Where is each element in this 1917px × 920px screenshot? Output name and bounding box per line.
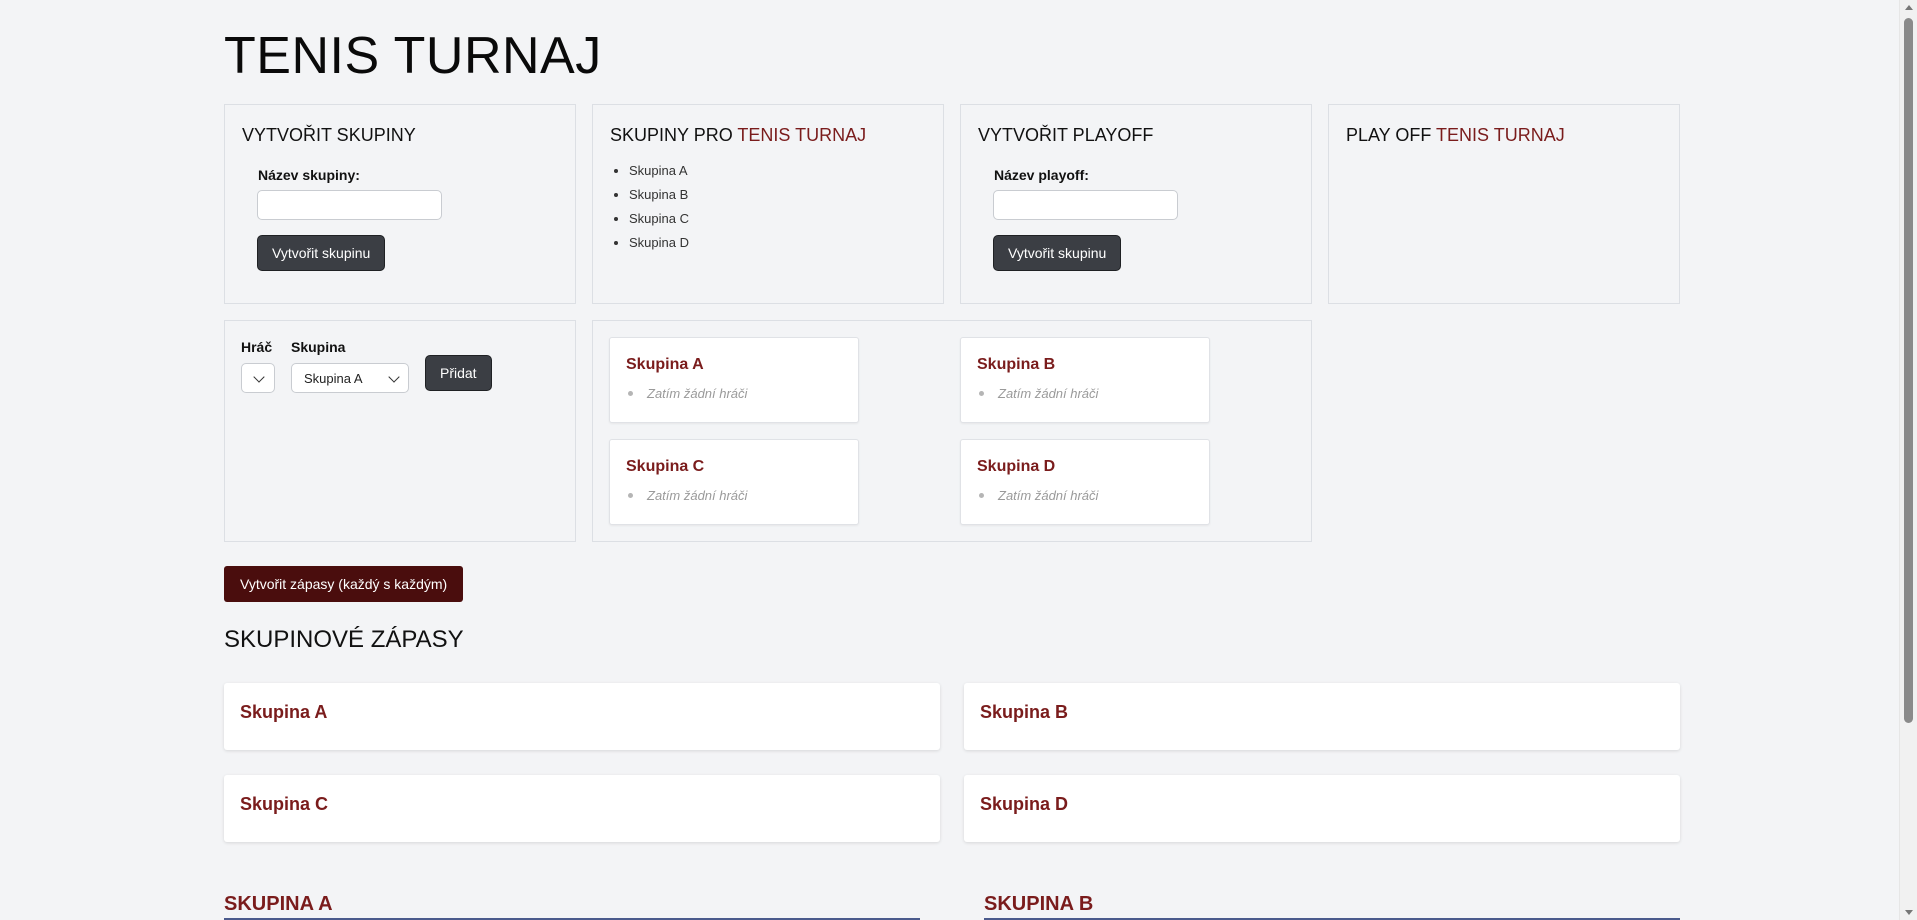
- group-card-title: Skupina D: [977, 458, 1056, 475]
- group-label: Skupina: [291, 339, 346, 355]
- standings-title-a: SKUPINA A: [224, 893, 333, 915]
- groups-list-title-accent: TENIS TURNAJ: [737, 125, 867, 145]
- playoff-name-label: Název playoff:: [994, 167, 1089, 183]
- scroll-thumb[interactable]: [1904, 18, 1913, 723]
- add-player-button[interactable]: Přidat: [425, 355, 492, 391]
- group-matches-title: SKUPINOVÉ ZÁPASY: [224, 626, 464, 653]
- chevron-down-icon: [253, 371, 265, 383]
- empty-players: Zatím žádní hráči: [626, 386, 747, 401]
- group-card-a: Skupina A Zatím žádní hráči: [609, 337, 859, 423]
- group-card-b: Skupina B Zatím žádní hráči: [960, 337, 1210, 423]
- playoff-panel: PLAY OFF TENIS TURNAJ: [1328, 104, 1680, 304]
- groups-list-panel: SKUPINY PRO TENIS TURNAJ Skupina A Skupi…: [592, 104, 944, 304]
- groups-list: Skupina A Skupina B Skupina C Skupina D: [629, 159, 689, 255]
- create-playoff-button[interactable]: Vytvořit skupinu: [993, 235, 1122, 271]
- empty-players: Zatím žádní hráči: [977, 488, 1098, 503]
- create-playoff-title: VYTVOŘIT PLAYOFF: [978, 125, 1154, 145]
- playoff-title-accent: TENIS TURNAJ: [1436, 125, 1565, 145]
- list-item: Skupina A: [629, 159, 689, 183]
- empty-players: Zatím žádní hráči: [626, 488, 747, 503]
- match-card-b: Skupina B: [964, 683, 1680, 750]
- match-card-title: Skupina B: [980, 702, 1069, 722]
- groups-list-title-prefix: SKUPINY PRO: [610, 125, 738, 145]
- group-card-title: Skupina B: [977, 356, 1056, 373]
- match-card-d: Skupina D: [964, 775, 1680, 842]
- match-card-c: Skupina C: [224, 775, 940, 842]
- group-card-c: Skupina C Zatím žádní hráči: [609, 439, 859, 525]
- match-card-title: Skupina A: [240, 702, 328, 722]
- scroll-down-icon[interactable]: [1905, 910, 1913, 915]
- group-card-title: Skupina C: [626, 458, 705, 475]
- group-name-label: Název skupiny:: [258, 167, 360, 183]
- scrollbar[interactable]: [1899, 0, 1917, 920]
- add-player-panel: Hráč Skupina Skupina A Přidat: [224, 320, 576, 542]
- standings-title-b: SKUPINA B: [984, 893, 1094, 915]
- page: TENIS TURNAJ VYTVOŘIT SKUPINY Název skup…: [0, 0, 1917, 920]
- list-item: Skupina B: [629, 183, 689, 207]
- empty-players-text: Zatím žádní hráči: [647, 488, 748, 503]
- empty-players-text: Zatím žádní hráči: [998, 386, 1099, 401]
- create-groups-title: VYTVOŘIT SKUPINY: [242, 125, 416, 145]
- group-cards-panel: Skupina A Zatím žádní hráči Skupina B Za…: [592, 320, 1312, 542]
- playoff-title: PLAY OFF TENIS TURNAJ: [1346, 125, 1565, 146]
- match-card-a: Skupina A: [224, 683, 940, 750]
- chevron-down-icon: [388, 371, 400, 383]
- groups-list-title: SKUPINY PRO TENIS TURNAJ: [610, 125, 866, 146]
- scroll-up-icon[interactable]: [1905, 5, 1913, 10]
- empty-players-text: Zatím žádní hráči: [647, 386, 748, 401]
- empty-players: Zatím žádní hráči: [977, 386, 1098, 401]
- group-card-title: Skupina A: [626, 356, 704, 373]
- create-playoff-panel: VYTVOŘIT PLAYOFF Název playoff: Vytvořit…: [960, 104, 1312, 304]
- match-card-title: Skupina C: [240, 794, 329, 814]
- group-select-value: Skupina A: [304, 370, 363, 386]
- group-select[interactable]: Skupina A: [291, 363, 409, 393]
- create-group-button[interactable]: Vytvořit skupinu: [257, 235, 386, 271]
- match-card-title: Skupina D: [980, 794, 1069, 814]
- create-matches-button[interactable]: Vytvořit zápasy (každý s každým): [224, 566, 464, 602]
- list-item: Skupina C: [629, 207, 689, 231]
- playoff-name-input[interactable]: [993, 190, 1178, 220]
- list-item: Skupina D: [629, 231, 689, 255]
- player-select[interactable]: [241, 363, 275, 393]
- playoff-title-prefix: PLAY OFF: [1346, 125, 1437, 145]
- empty-players-text: Zatím žádní hráči: [998, 488, 1099, 503]
- group-name-input[interactable]: [257, 190, 442, 220]
- group-card-d: Skupina D Zatím žádní hráči: [960, 439, 1210, 525]
- page-title: TENIS TURNAJ: [224, 27, 602, 85]
- player-label: Hráč: [241, 339, 273, 355]
- create-groups-panel: VYTVOŘIT SKUPINY Název skupiny: Vytvořit…: [224, 104, 576, 304]
